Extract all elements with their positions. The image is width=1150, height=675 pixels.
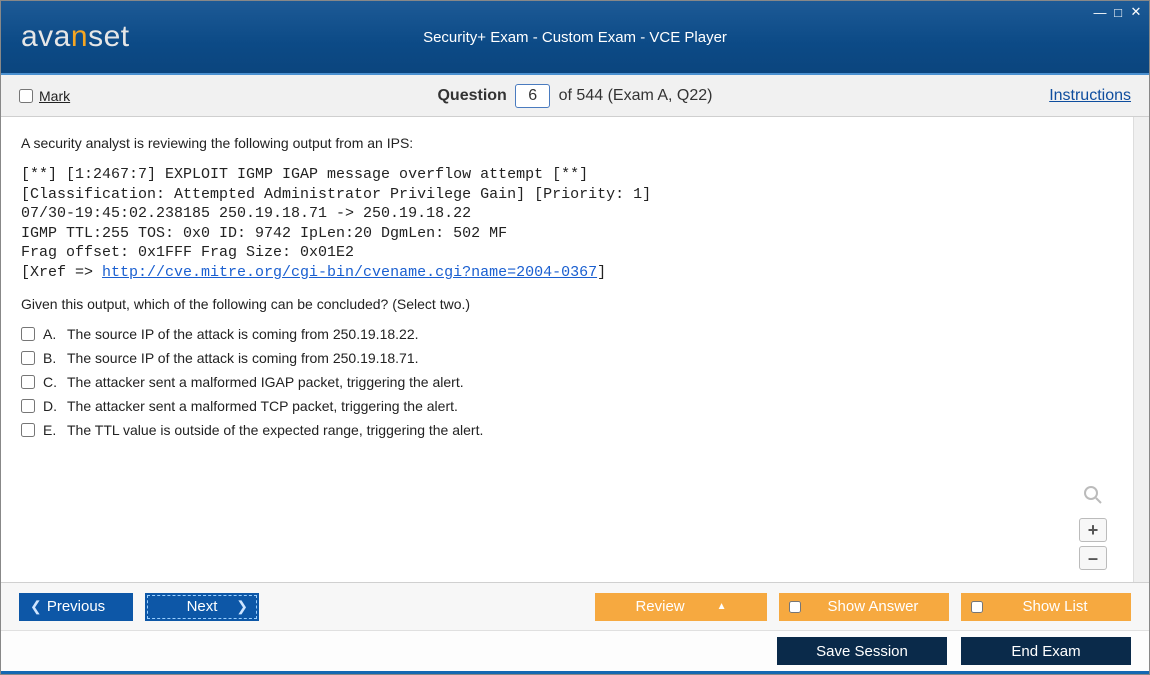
review-button[interactable]: Review ▲	[595, 593, 767, 621]
magnifier-svg	[1083, 485, 1103, 505]
show-list-label: Show List	[993, 598, 1117, 615]
answer-options: A. The source IP of the attack is coming…	[21, 326, 1113, 438]
option-text: The source IP of the attack is coming fr…	[67, 326, 419, 342]
triangle-up-icon: ▲	[717, 601, 727, 612]
option-letter: A.	[43, 326, 59, 342]
option-checkbox[interactable]	[21, 351, 35, 365]
option-checkbox[interactable]	[21, 399, 35, 413]
end-exam-button[interactable]: End Exam	[961, 637, 1131, 665]
instructions-link[interactable]: Instructions	[1049, 87, 1131, 105]
option-text: The source IP of the attack is coming fr…	[67, 350, 419, 366]
mark-checkbox[interactable]	[19, 89, 33, 103]
answer-option[interactable]: D. The attacker sent a malformed TCP pac…	[21, 398, 1113, 414]
answer-option[interactable]: B. The source IP of the attack is coming…	[21, 350, 1113, 366]
option-checkbox[interactable]	[21, 327, 35, 341]
option-letter: C.	[43, 374, 59, 390]
zoom-controls: + –	[1079, 485, 1107, 570]
magnifier-icon[interactable]	[1083, 485, 1103, 510]
next-button[interactable]: Next ❯	[145, 593, 259, 621]
app-logo: avanset	[21, 20, 130, 54]
ips-xref-suffix: ]	[597, 264, 606, 281]
action-bar: ❮ Previous Next ❯ Review ▲ Show Answer S…	[1, 582, 1149, 630]
question-header: Mark Question 6 of 544 (Exam A, Q22) Ins…	[1, 75, 1149, 117]
question-number-box[interactable]: 6	[515, 84, 550, 108]
show-answer-button[interactable]: Show Answer	[779, 593, 949, 621]
zoom-in-button[interactable]: +	[1079, 518, 1107, 542]
minimize-icon[interactable]: —	[1093, 5, 1107, 19]
ips-xref-link[interactable]: http://cve.mitre.org/cgi-bin/cvename.cgi…	[102, 264, 597, 281]
question-prompt: A security analyst is reviewing the foll…	[21, 135, 1113, 151]
next-label: Next	[187, 598, 218, 615]
option-text: The attacker sent a malformed IGAP packe…	[67, 374, 464, 390]
show-list-button[interactable]: Show List	[961, 593, 1131, 621]
show-answer-label: Show Answer	[811, 598, 935, 615]
maximize-icon[interactable]: □	[1111, 5, 1125, 19]
mark-label[interactable]: Mark	[39, 88, 70, 104]
logo-text-accent: n	[71, 20, 88, 53]
zoom-out-button[interactable]: –	[1079, 546, 1107, 570]
chevron-left-icon: ❮	[30, 598, 42, 615]
previous-label: Previous	[47, 598, 105, 615]
question-followup: Given this output, which of the followin…	[21, 296, 1113, 312]
option-text: The TTL value is outside of the expected…	[67, 422, 483, 438]
option-letter: E.	[43, 422, 59, 438]
title-bar: avanset Security+ Exam - Custom Exam - V…	[1, 1, 1149, 75]
question-counter: Question 6 of 544 (Exam A, Q22)	[1, 84, 1149, 108]
window-title: Security+ Exam - Custom Exam - VCE Playe…	[1, 29, 1149, 46]
question-content: A security analyst is reviewing the foll…	[1, 117, 1133, 582]
option-letter: B.	[43, 350, 59, 366]
scrollbar[interactable]	[1133, 117, 1149, 582]
option-text: The attacker sent a malformed TCP packet…	[67, 398, 458, 414]
answer-option[interactable]: A. The source IP of the attack is coming…	[21, 326, 1113, 342]
window-controls: — □ ✕	[1093, 5, 1143, 19]
logo-text-1: ava	[21, 20, 71, 53]
chevron-right-icon: ❯	[236, 598, 248, 615]
option-checkbox[interactable]	[21, 423, 35, 437]
answer-option[interactable]: E. The TTL value is outside of the expec…	[21, 422, 1113, 438]
close-icon[interactable]: ✕	[1129, 5, 1143, 19]
previous-button[interactable]: ❮ Previous	[19, 593, 133, 621]
ips-line: [**] [1:2467:7] EXPLOIT IGMP IGAP messag…	[21, 166, 588, 183]
review-label: Review	[635, 598, 684, 615]
bottom-bar: Save Session End Exam	[1, 630, 1149, 674]
option-checkbox[interactable]	[21, 375, 35, 389]
ips-output-block: [**] [1:2467:7] EXPLOIT IGMP IGAP messag…	[21, 165, 1113, 282]
ips-line: IGMP TTL:255 TOS: 0x0 ID: 9742 IpLen:20 …	[21, 225, 507, 242]
ips-line: [Classification: Attempted Administrator…	[21, 186, 651, 203]
show-answer-checkbox[interactable]	[789, 601, 801, 613]
ips-line: Frag offset: 0x1FFF Frag Size: 0x01E2	[21, 244, 354, 261]
question-label: Question	[437, 87, 506, 104]
ips-xref-prefix: [Xref =>	[21, 264, 102, 281]
show-list-checkbox[interactable]	[971, 601, 983, 613]
save-session-button[interactable]: Save Session	[777, 637, 947, 665]
option-letter: D.	[43, 398, 59, 414]
ips-line: 07/30-19:45:02.238185 250.19.18.71 -> 25…	[21, 205, 471, 222]
question-total: of 544 (Exam A, Q22)	[559, 87, 713, 104]
logo-text-2: set	[88, 20, 130, 53]
answer-option[interactable]: C. The attacker sent a malformed IGAP pa…	[21, 374, 1113, 390]
